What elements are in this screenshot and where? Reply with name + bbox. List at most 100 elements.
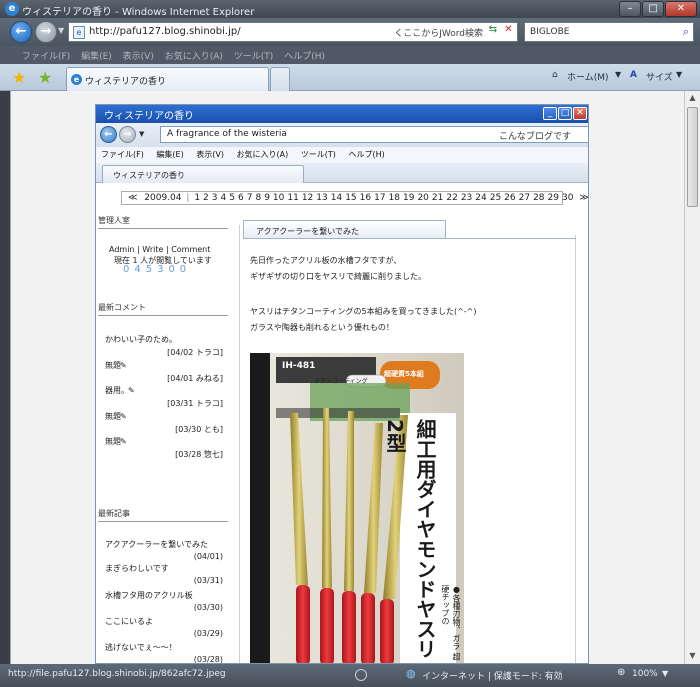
search-input[interactable]: BIGLOBE ⌕ bbox=[524, 22, 694, 42]
post-title[interactable]: ここにいるよ bbox=[105, 616, 153, 627]
comment-title[interactable]: 器用。 bbox=[105, 385, 129, 396]
pager-day[interactable]: 17 bbox=[374, 193, 385, 203]
status-zoom[interactable]: 100% bbox=[632, 669, 658, 679]
zoom-dropdown-icon[interactable]: ▼ bbox=[662, 669, 668, 678]
home-command[interactable]: ホーム(M) bbox=[567, 70, 609, 83]
menu-file[interactable]: ファイル(F) bbox=[22, 52, 70, 62]
pager-day[interactable]: 25 bbox=[490, 193, 501, 203]
pager-next[interactable]: ≫ bbox=[579, 193, 588, 203]
inner-address-hint: こんなブログです bbox=[498, 132, 571, 142]
pager-day[interactable]: 18 bbox=[389, 193, 400, 203]
favorites-star-icon[interactable]: ★ bbox=[12, 68, 26, 87]
comment-title[interactable]: 無題 bbox=[105, 436, 121, 447]
pager-day[interactable]: 11 bbox=[287, 193, 298, 203]
pager-day[interactable]: 3 bbox=[212, 193, 218, 203]
privacy-icon[interactable] bbox=[355, 669, 367, 681]
inner-menu-favorites[interactable]: お気に入り(A) bbox=[237, 150, 289, 159]
scroll-thumb[interactable] bbox=[687, 107, 698, 207]
product-photo[interactable]: IH-481 チタンコーティング 超硬質5本組 細工用ダイヤモンドヤスリ 2型 … bbox=[250, 353, 464, 663]
inner-tab[interactable]: ウィステリアの香り bbox=[102, 165, 304, 183]
post-date: (04/01) bbox=[193, 552, 223, 561]
comment-title[interactable]: かわいい子のため。 bbox=[105, 334, 177, 345]
new-tab-button[interactable] bbox=[270, 67, 290, 91]
site-dropdown-icon[interactable]: ▼ bbox=[676, 70, 682, 79]
inner-menu-help[interactable]: ヘルプ(H) bbox=[348, 150, 384, 159]
history-dropdown-icon[interactable]: ▼ bbox=[58, 26, 64, 35]
vertical-scrollbar[interactable]: ▲ ▼ bbox=[684, 91, 700, 664]
scroll-down-icon[interactable]: ▼ bbox=[686, 649, 699, 663]
pager-day[interactable]: 13 bbox=[316, 193, 327, 203]
comment-link[interactable]: Comment bbox=[171, 245, 210, 254]
inner-menu-tools[interactable]: ツール(T) bbox=[301, 150, 336, 159]
post-title[interactable]: 逃げないでぇ～～！ bbox=[105, 642, 177, 653]
tab-active[interactable]: e ウィステリアの香り bbox=[66, 67, 269, 91]
pager-day[interactable]: 28 bbox=[533, 193, 544, 203]
pager-day[interactable]: 2 bbox=[203, 193, 209, 203]
write-link[interactable]: Write bbox=[142, 245, 163, 254]
pager-day[interactable]: 26 bbox=[504, 193, 515, 203]
menu-edit[interactable]: 編集(E) bbox=[81, 52, 112, 62]
menu-help[interactable]: ヘルプ(H) bbox=[284, 52, 325, 62]
menu-tools[interactable]: ツール(T) bbox=[234, 52, 274, 62]
back-button[interactable]: ← bbox=[10, 21, 32, 43]
photo-model: IH-481 bbox=[282, 361, 316, 371]
pager-day[interactable]: 27 bbox=[519, 193, 530, 203]
pager-day[interactable]: 21 bbox=[432, 193, 443, 203]
add-favorite-icon[interactable]: ★ bbox=[38, 68, 52, 87]
pager-day[interactable]: 30 bbox=[562, 193, 573, 203]
scroll-up-icon[interactable]: ▲ bbox=[686, 91, 699, 105]
pager-day[interactable]: 22 bbox=[446, 193, 457, 203]
pager-day[interactable]: 7 bbox=[247, 193, 253, 203]
post-title[interactable]: 水槽フタ用のアクリル板 bbox=[105, 590, 193, 601]
pager-day[interactable]: 8 bbox=[255, 193, 261, 203]
pager-day[interactable]: 15 bbox=[345, 193, 356, 203]
pager-day[interactable]: 12 bbox=[302, 193, 313, 203]
text-size-icon[interactable]: A bbox=[630, 70, 637, 80]
admin-link[interactable]: Admin bbox=[109, 245, 135, 254]
minimize-button[interactable]: – bbox=[619, 1, 641, 17]
pager-day[interactable]: 14 bbox=[331, 193, 342, 203]
pager-prev[interactable]: ≪ bbox=[128, 193, 137, 203]
edit-icon: ✎ bbox=[120, 412, 127, 421]
admin-heading: 管理人室 bbox=[98, 215, 228, 229]
pager-day[interactable]: 20 bbox=[417, 193, 428, 203]
menu-view[interactable]: 表示(V) bbox=[123, 52, 154, 62]
pager-day[interactable]: 10 bbox=[273, 193, 284, 203]
stop-icon[interactable]: ✕ bbox=[501, 24, 516, 40]
tab-label: ウィステリアの香り bbox=[85, 77, 167, 87]
comment-title[interactable]: 無題 bbox=[105, 360, 121, 371]
post-title[interactable]: まぎらわしいです bbox=[105, 563, 169, 574]
address-hint: くここからJWord検索 bbox=[394, 29, 483, 39]
zoom-icon[interactable]: ⊕ bbox=[617, 667, 625, 678]
menu-favorites[interactable]: お気に入り(A) bbox=[165, 52, 223, 62]
search-icon[interactable]: ⌕ bbox=[683, 25, 689, 39]
pager-day[interactable]: 4 bbox=[221, 193, 227, 203]
pager-day[interactable]: 9 bbox=[264, 193, 270, 203]
home-dropdown-icon[interactable]: ▼ bbox=[615, 70, 621, 79]
pager-day[interactable]: 23 bbox=[461, 193, 472, 203]
post-title[interactable]: アクアクーラーを繋いでみた bbox=[105, 539, 208, 550]
refresh-icon[interactable]: ⇆ bbox=[485, 24, 501, 40]
site-command[interactable]: サイズ bbox=[646, 70, 673, 83]
article-title-tab[interactable]: アクアクーラーを繋いでみた bbox=[243, 220, 446, 239]
inner-menu-edit[interactable]: 編集(E) bbox=[156, 150, 183, 159]
pager-day[interactable]: 19 bbox=[403, 193, 414, 203]
maximize-button[interactable]: □ bbox=[642, 1, 664, 17]
pager-day[interactable]: 24 bbox=[475, 193, 486, 203]
forward-button[interactable]: → bbox=[35, 21, 57, 43]
admin-links: Admin | Write | Comment bbox=[109, 245, 211, 254]
comment-title[interactable]: 無題 bbox=[105, 411, 121, 422]
pager-day[interactable]: 29 bbox=[548, 193, 559, 203]
pager-day[interactable]: 5 bbox=[229, 193, 235, 203]
pager-day[interactable]: 16 bbox=[360, 193, 371, 203]
close-button[interactable]: ✕ bbox=[665, 1, 697, 17]
comments-heading: 最新コメント bbox=[98, 302, 228, 316]
comment-meta: [03/30 とも] bbox=[175, 425, 223, 434]
pager-day[interactable]: 6 bbox=[238, 193, 244, 203]
address-input[interactable]: e http://pafu127.blog.shinobi.jp/ くここからJ… bbox=[68, 22, 518, 42]
home-icon[interactable]: ⌂ bbox=[552, 70, 558, 80]
inner-menu-view[interactable]: 表示(V) bbox=[196, 150, 224, 159]
pager-day[interactable]: 1 bbox=[194, 193, 200, 203]
inner-address[interactable]: A fragrance of the wisteria こんなブログです bbox=[160, 126, 588, 143]
inner-menu-file[interactable]: ファイル(F) bbox=[101, 150, 144, 159]
